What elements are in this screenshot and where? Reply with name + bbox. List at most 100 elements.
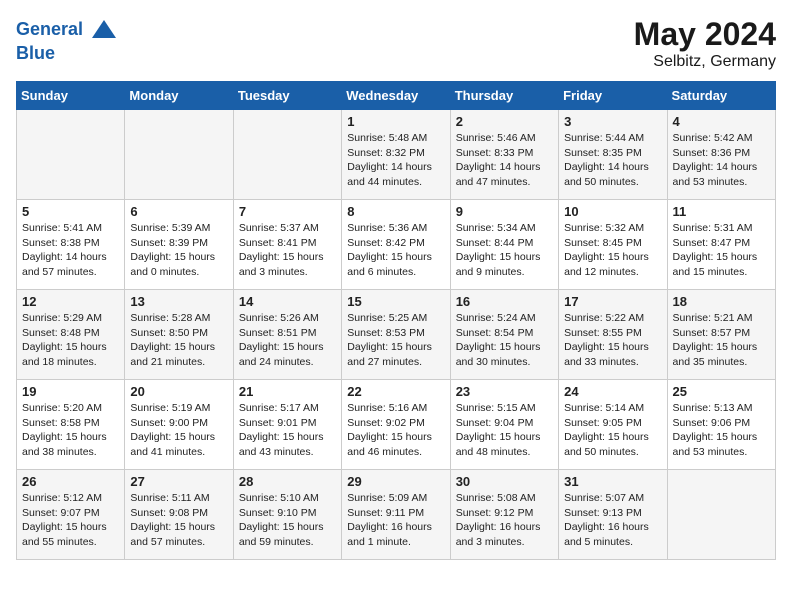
calendar-week-4: 19 Sunrise: 5:20 AM Sunset: 8:58 PM Dayli…	[17, 380, 776, 470]
day-content: Sunrise: 5:37 AM Sunset: 8:41 PM Dayligh…	[239, 221, 336, 280]
calendar-cell: 10 Sunrise: 5:32 AM Sunset: 8:45 PM Dayli…	[559, 200, 667, 290]
day-content: Sunrise: 5:44 AM Sunset: 8:35 PM Dayligh…	[564, 131, 661, 190]
calendar-cell: 13Sunrise: 5:28 AM Sunset: 8:50 PM Dayli…	[125, 290, 233, 380]
day-content: Sunrise: 5:17 AM Sunset: 9:01 PM Dayligh…	[239, 401, 336, 460]
day-content: Sunrise: 5:07 AM Sunset: 9:13 PM Dayligh…	[564, 491, 661, 550]
day-number: 11	[673, 204, 770, 219]
day-number: 24	[564, 384, 661, 399]
calendar-week-5: 26 Sunrise: 5:12 AM Sunset: 9:07 PM Dayli…	[17, 470, 776, 560]
header-friday: Friday	[559, 82, 667, 110]
day-content: Sunrise: 5:08 AM Sunset: 9:12 PM Dayligh…	[456, 491, 553, 550]
calendar-cell: 22Sunrise: 5:16 AM Sunset: 9:02 PM Dayli…	[342, 380, 450, 470]
calendar-cell: 26 Sunrise: 5:12 AM Sunset: 9:07 PM Dayli…	[17, 470, 125, 560]
day-number: 9	[456, 204, 553, 219]
day-content: Sunrise: 5:28 AM Sunset: 8:50 PM Dayligh…	[130, 311, 227, 370]
day-number: 8	[347, 204, 444, 219]
calendar-cell: 6 Sunrise: 5:39 AM Sunset: 8:39 PM Daylig…	[125, 200, 233, 290]
day-number: 21	[239, 384, 336, 399]
day-number: 30	[456, 474, 553, 489]
calendar-cell: 19 Sunrise: 5:20 AM Sunset: 8:58 PM Dayli…	[17, 380, 125, 470]
calendar-cell: 24 Sunrise: 5:14 AM Sunset: 9:05 PM Dayli…	[559, 380, 667, 470]
day-content: Sunrise: 5:12 AM Sunset: 9:07 PM Dayligh…	[22, 491, 119, 550]
calendar-cell	[667, 470, 775, 560]
logo: General Blue	[16, 16, 118, 64]
header-sunday: Sunday	[17, 82, 125, 110]
calendar-cell: 8 Sunrise: 5:36 AM Sunset: 8:42 PM Daylig…	[342, 200, 450, 290]
day-number: 29	[347, 474, 444, 489]
day-number: 20	[130, 384, 227, 399]
day-number: 5	[22, 204, 119, 219]
calendar-cell: 29 Sunrise: 5:09 AM Sunset: 9:11 PM Dayli…	[342, 470, 450, 560]
logo-general: General	[16, 19, 83, 39]
day-number: 4	[673, 114, 770, 129]
day-content: Sunrise: 5:11 AM Sunset: 9:08 PM Dayligh…	[130, 491, 227, 550]
calendar-cell: 25 Sunrise: 5:13 AM Sunset: 9:06 PM Dayli…	[667, 380, 775, 470]
day-number: 12	[22, 294, 119, 309]
day-content: Sunrise: 5:39 AM Sunset: 8:39 PM Dayligh…	[130, 221, 227, 280]
day-content: Sunrise: 5:36 AM Sunset: 8:42 PM Dayligh…	[347, 221, 444, 280]
logo-icon	[90, 16, 118, 44]
day-content: Sunrise: 5:41 AM Sunset: 8:38 PM Dayligh…	[22, 221, 119, 280]
day-content: Sunrise: 5:42 AM Sunset: 8:36 PM Dayligh…	[673, 131, 770, 190]
day-content: Sunrise: 5:13 AM Sunset: 9:06 PM Dayligh…	[673, 401, 770, 460]
calendar-cell: 30 Sunrise: 5:08 AM Sunset: 9:12 PM Dayli…	[450, 470, 558, 560]
day-content: Sunrise: 5:24 AM Sunset: 8:54 PM Dayligh…	[456, 311, 553, 370]
day-content: Sunrise: 5:14 AM Sunset: 9:05 PM Dayligh…	[564, 401, 661, 460]
logo-blue: Blue	[16, 43, 55, 63]
calendar-cell: 27Sunrise: 5:11 AM Sunset: 9:08 PM Dayli…	[125, 470, 233, 560]
day-number: 26	[22, 474, 119, 489]
header-thursday: Thursday	[450, 82, 558, 110]
calendar-cell: 9 Sunrise: 5:34 AM Sunset: 8:44 PM Daylig…	[450, 200, 558, 290]
calendar-cell	[17, 110, 125, 200]
day-content: Sunrise: 5:15 AM Sunset: 9:04 PM Dayligh…	[456, 401, 553, 460]
calendar-cell: 15 Sunrise: 5:25 AM Sunset: 8:53 PM Dayli…	[342, 290, 450, 380]
day-number: 18	[673, 294, 770, 309]
calendar-cell: 23 Sunrise: 5:15 AM Sunset: 9:04 PM Dayli…	[450, 380, 558, 470]
day-number: 1	[347, 114, 444, 129]
page-header: General Blue May 2024 Selbitz, Germany	[16, 16, 776, 71]
calendar-cell: 11Sunrise: 5:31 AM Sunset: 8:47 PM Dayli…	[667, 200, 775, 290]
day-number: 10	[564, 204, 661, 219]
calendar-cell: 28 Sunrise: 5:10 AM Sunset: 9:10 PM Dayli…	[233, 470, 341, 560]
calendar-cell: 16 Sunrise: 5:24 AM Sunset: 8:54 PM Dayli…	[450, 290, 558, 380]
calendar-cell: 1 Sunrise: 5:48 AM Sunset: 8:32 PM Daylig…	[342, 110, 450, 200]
day-content: Sunrise: 5:19 AM Sunset: 9:00 PM Dayligh…	[130, 401, 227, 460]
calendar-week-2: 5 Sunrise: 5:41 AM Sunset: 8:38 PM Daylig…	[17, 200, 776, 290]
location: Selbitz, Germany	[634, 53, 776, 71]
day-number: 23	[456, 384, 553, 399]
calendar-cell: 31 Sunrise: 5:07 AM Sunset: 9:13 PM Dayli…	[559, 470, 667, 560]
day-content: Sunrise: 5:09 AM Sunset: 9:11 PM Dayligh…	[347, 491, 444, 550]
day-number: 19	[22, 384, 119, 399]
month-title: May 2024	[634, 16, 776, 53]
day-content: Sunrise: 5:26 AM Sunset: 8:51 PM Dayligh…	[239, 311, 336, 370]
day-number: 6	[130, 204, 227, 219]
calendar-cell: 5 Sunrise: 5:41 AM Sunset: 8:38 PM Daylig…	[17, 200, 125, 290]
calendar-cell: 21 Sunrise: 5:17 AM Sunset: 9:01 PM Dayli…	[233, 380, 341, 470]
day-number: 15	[347, 294, 444, 309]
header-monday: Monday	[125, 82, 233, 110]
calendar-header-row: SundayMondayTuesdayWednesdayThursdayFrid…	[17, 82, 776, 110]
header-tuesday: Tuesday	[233, 82, 341, 110]
day-number: 14	[239, 294, 336, 309]
day-content: Sunrise: 5:10 AM Sunset: 9:10 PM Dayligh…	[239, 491, 336, 550]
calendar-cell: 18Sunrise: 5:21 AM Sunset: 8:57 PM Dayli…	[667, 290, 775, 380]
day-content: Sunrise: 5:34 AM Sunset: 8:44 PM Dayligh…	[456, 221, 553, 280]
header-saturday: Saturday	[667, 82, 775, 110]
calendar-cell: 12Sunrise: 5:29 AM Sunset: 8:48 PM Dayli…	[17, 290, 125, 380]
day-content: Sunrise: 5:48 AM Sunset: 8:32 PM Dayligh…	[347, 131, 444, 190]
calendar-cell: 7Sunrise: 5:37 AM Sunset: 8:41 PM Daylig…	[233, 200, 341, 290]
day-content: Sunrise: 5:20 AM Sunset: 8:58 PM Dayligh…	[22, 401, 119, 460]
day-content: Sunrise: 5:16 AM Sunset: 9:02 PM Dayligh…	[347, 401, 444, 460]
day-number: 16	[456, 294, 553, 309]
calendar-cell: 2Sunrise: 5:46 AM Sunset: 8:33 PM Daylig…	[450, 110, 558, 200]
calendar-cell: 3Sunrise: 5:44 AM Sunset: 8:35 PM Daylig…	[559, 110, 667, 200]
day-content: Sunrise: 5:32 AM Sunset: 8:45 PM Dayligh…	[564, 221, 661, 280]
day-content: Sunrise: 5:25 AM Sunset: 8:53 PM Dayligh…	[347, 311, 444, 370]
day-number: 25	[673, 384, 770, 399]
title-block: May 2024 Selbitz, Germany	[634, 16, 776, 71]
header-wednesday: Wednesday	[342, 82, 450, 110]
calendar-cell: 20 Sunrise: 5:19 AM Sunset: 9:00 PM Dayli…	[125, 380, 233, 470]
day-content: Sunrise: 5:22 AM Sunset: 8:55 PM Dayligh…	[564, 311, 661, 370]
day-number: 31	[564, 474, 661, 489]
day-number: 28	[239, 474, 336, 489]
